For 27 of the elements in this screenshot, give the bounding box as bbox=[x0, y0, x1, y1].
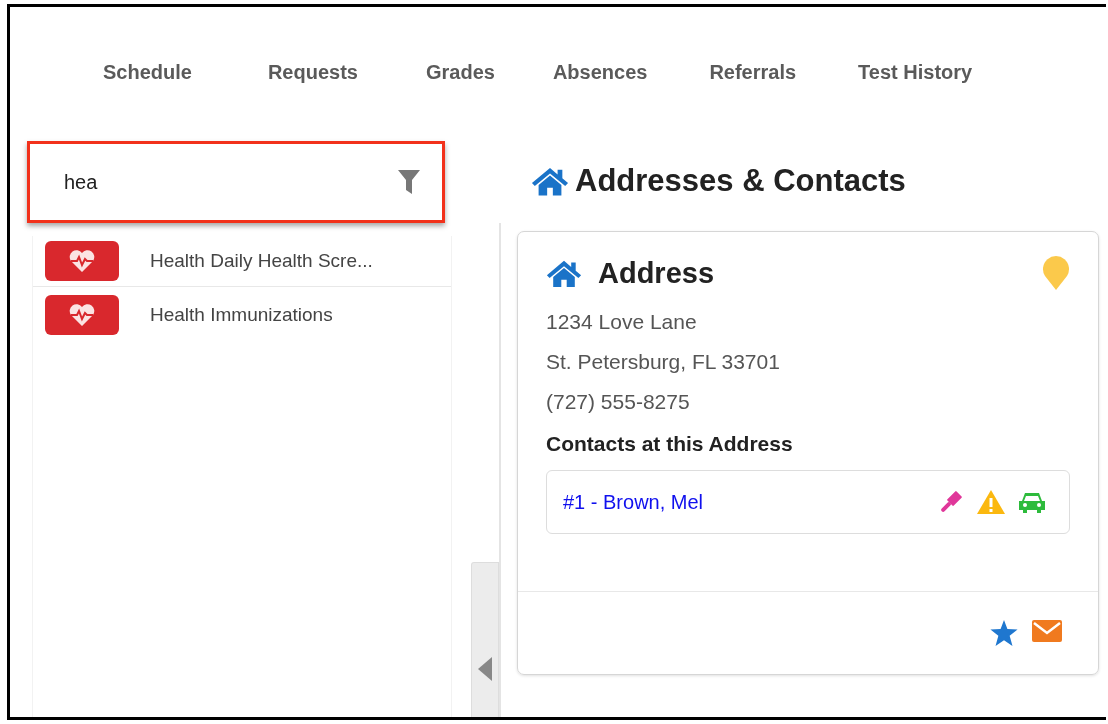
result-item[interactable]: Health Immunizations bbox=[33, 287, 451, 343]
nav-tab[interactable]: Schedule bbox=[103, 61, 268, 85]
result-item[interactable]: Health Daily Health Scre... bbox=[33, 236, 451, 287]
section-heading: Contacts at this Address bbox=[546, 432, 794, 456]
car-icon bbox=[1019, 491, 1045, 513]
home-icon bbox=[531, 165, 569, 197]
heartbeat-icon bbox=[69, 304, 95, 326]
nav-tab[interactable]: Test History bbox=[858, 61, 973, 85]
address-line: 1234 Love Lane bbox=[546, 309, 698, 335]
address-line: (727) 555-8275 bbox=[546, 389, 691, 415]
map-pin-icon bbox=[1042, 256, 1070, 290]
collapse-button[interactable] bbox=[471, 562, 499, 717]
contact-link[interactable]: #1 - Brown, Mel bbox=[563, 490, 925, 514]
warning-icon bbox=[977, 490, 1005, 514]
address-line: St. Petersburg, FL 33701 bbox=[546, 349, 781, 375]
nav-tab[interactable]: Absences bbox=[552, 61, 710, 85]
card-title: Address bbox=[598, 256, 716, 290]
nav-tab[interactable]: Requests bbox=[267, 61, 426, 85]
nav-tab[interactable]: Grades bbox=[425, 61, 553, 85]
nav-tab[interactable]: Referrals bbox=[709, 61, 859, 85]
filter-icon bbox=[398, 170, 420, 194]
triangle-left-icon bbox=[478, 657, 492, 681]
home-icon bbox=[546, 258, 582, 288]
page-heading: Addresses & Contacts bbox=[575, 163, 906, 199]
envelope-icon[interactable] bbox=[1032, 620, 1062, 642]
heartbeat-icon bbox=[69, 250, 95, 272]
star-icon[interactable] bbox=[990, 620, 1018, 646]
